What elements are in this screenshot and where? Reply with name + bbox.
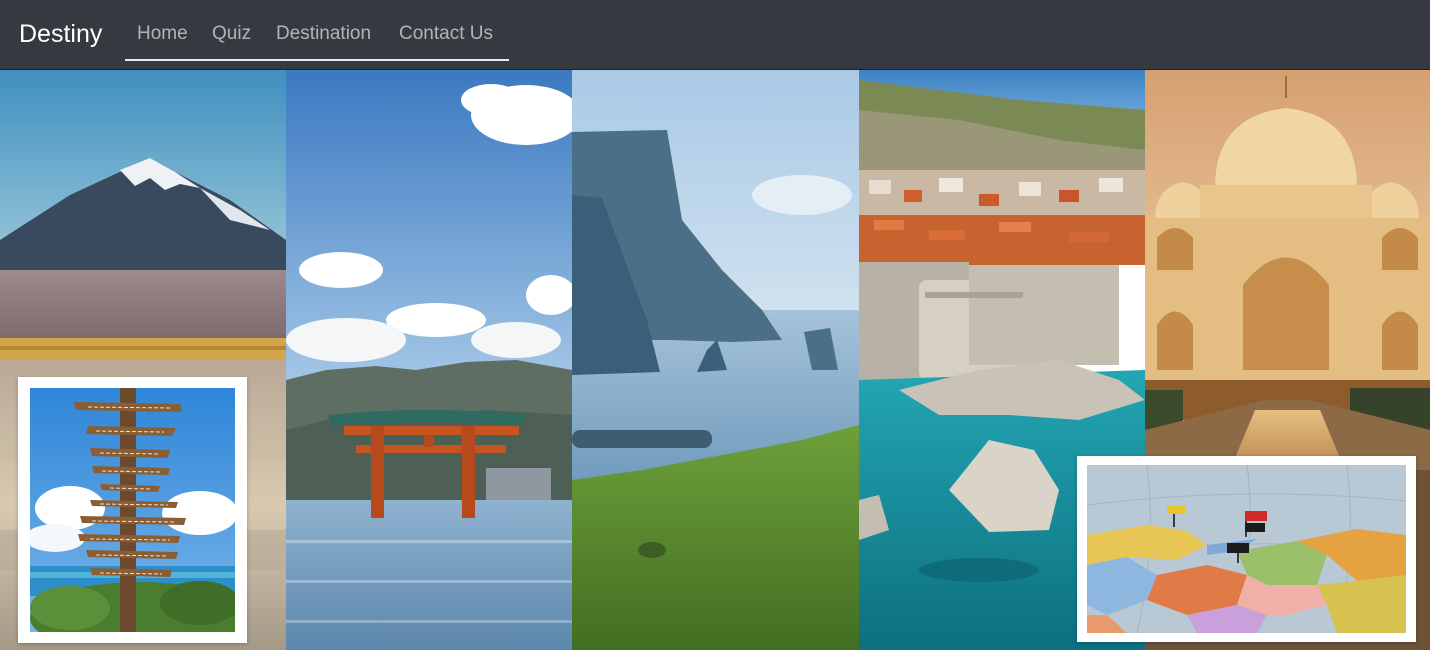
panel-sea-cliffs-green-hill <box>572 70 859 650</box>
nav-link-contact-us[interactable]: Contact Us <box>399 21 493 47</box>
inset-map-pins-photo <box>1077 456 1416 642</box>
nav-link-home[interactable]: Home <box>137 21 188 47</box>
panel-torii-gate-in-sea <box>286 70 572 650</box>
nav-link-quiz[interactable]: Quiz <box>212 21 251 47</box>
top-navbar: Destiny Home Quiz Destination Contact Us <box>0 0 1430 70</box>
brand-logo[interactable]: Destiny <box>19 18 102 50</box>
hero-collage <box>0 70 1430 650</box>
nav-link-destination[interactable]: Destination <box>276 21 371 47</box>
nav-links: Home Quiz Destination Contact Us <box>125 0 509 61</box>
inset-signpost-photo <box>18 377 247 643</box>
